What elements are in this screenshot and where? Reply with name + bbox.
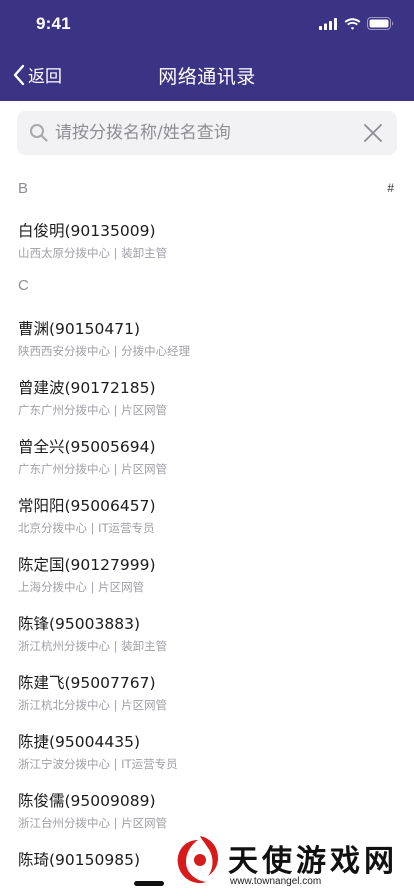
contact-item[interactable]: 白俊明(90135009) 山西太原分拨中心 | 装卸主管 <box>0 219 414 275</box>
contact-name: 陈锋(95003883) <box>18 615 140 633</box>
contact-name: 常阳阳(95006457) <box>18 497 156 515</box>
wifi-icon <box>344 17 361 30</box>
search-input[interactable] <box>55 119 355 147</box>
home-indicator <box>134 881 164 886</box>
contact-item[interactable]: 陈锋(95003883) 浙江杭州分拨中心 | 装卸主管 <box>0 612 414 668</box>
contact-name: 曾全兴(95005694) <box>18 438 156 456</box>
header: 9:41 返回 网络通讯录 <box>0 0 414 101</box>
section-header-b: B <box>18 180 29 197</box>
contact-name: 陈捷(95004435) <box>18 733 140 751</box>
signal-icon <box>319 17 337 30</box>
angel-logo-icon <box>174 836 222 886</box>
close-icon[interactable] <box>363 123 383 143</box>
contact-name: 曾建波(90172185) <box>18 379 156 397</box>
watermark: 天使游戏网 www.townangel.com <box>170 828 410 894</box>
nav-bar: 返回 网络通讯录 <box>0 50 414 100</box>
contact-item[interactable]: 曹渊(90150471) 陕西西安分拨中心 | 分拨中心经理 <box>0 317 414 373</box>
contact-department: 浙江杭州分拨中心 | 装卸主管 <box>18 639 168 653</box>
watermark-text: 天使游戏网 <box>228 844 398 879</box>
watermark-url: www.townangel.com <box>230 876 322 887</box>
contact-item[interactable]: 曾全兴(95005694) 广东广州分拨中心 | 片区网管 <box>0 435 414 491</box>
status-icons <box>319 17 394 30</box>
contact-department: 山西太原分拨中心 | 装卸主管 <box>18 246 168 260</box>
status-bar: 9:41 <box>0 0 414 48</box>
section-header-c: C <box>18 277 29 294</box>
index-hash[interactable]: # <box>387 181 394 195</box>
contact-item[interactable]: 常阳阳(95006457) 北京分拨中心 | IT运营专员 <box>0 494 414 550</box>
contact-department: 浙江台州分拨中心 | 片区网管 <box>18 816 168 830</box>
contact-department: 陕西西安分拨中心 | 分拨中心经理 <box>18 344 191 358</box>
contact-department: 广东广州分拨中心 | 片区网管 <box>18 403 168 417</box>
contact-item[interactable]: 陈建飞(95007767) 浙江杭北分拨中心 | 片区网管 <box>0 671 414 727</box>
contact-name: 陈琦(90150985) <box>18 851 140 869</box>
contact-name: 陈俊儒(95009089) <box>18 792 156 810</box>
contact-department: 北京分拨中心 | IT运营专员 <box>18 521 155 535</box>
contact-department: 浙江杭北分拨中心 | 片区网管 <box>18 698 168 712</box>
battery-icon <box>367 17 394 30</box>
page-title: 网络通讯录 <box>158 66 256 88</box>
contact-name: 陈建飞(95007767) <box>18 674 156 692</box>
contact-department: 浙江宁波分拨中心 | IT运营专员 <box>18 757 178 771</box>
contact-name: 白俊明(90135009) <box>18 222 156 240</box>
search-icon <box>30 124 48 142</box>
contact-name: 曹渊(90150471) <box>18 320 140 338</box>
contact-department: 上海分拨中心 | 片区网管 <box>18 580 145 594</box>
contact-item[interactable]: 曾建波(90172185) 广东广州分拨中心 | 片区网管 <box>0 376 414 432</box>
contact-name: 陈定国(90127999) <box>18 556 156 574</box>
contact-item[interactable]: 陈捷(95004435) 浙江宁波分拨中心 | IT运营专员 <box>0 730 414 786</box>
contact-department: 广东广州分拨中心 | 片区网管 <box>18 462 168 476</box>
contact-item[interactable]: 陈定国(90127999) 上海分拨中心 | 片区网管 <box>0 553 414 609</box>
search-box[interactable] <box>17 111 397 155</box>
status-time: 9:41 <box>36 14 71 33</box>
